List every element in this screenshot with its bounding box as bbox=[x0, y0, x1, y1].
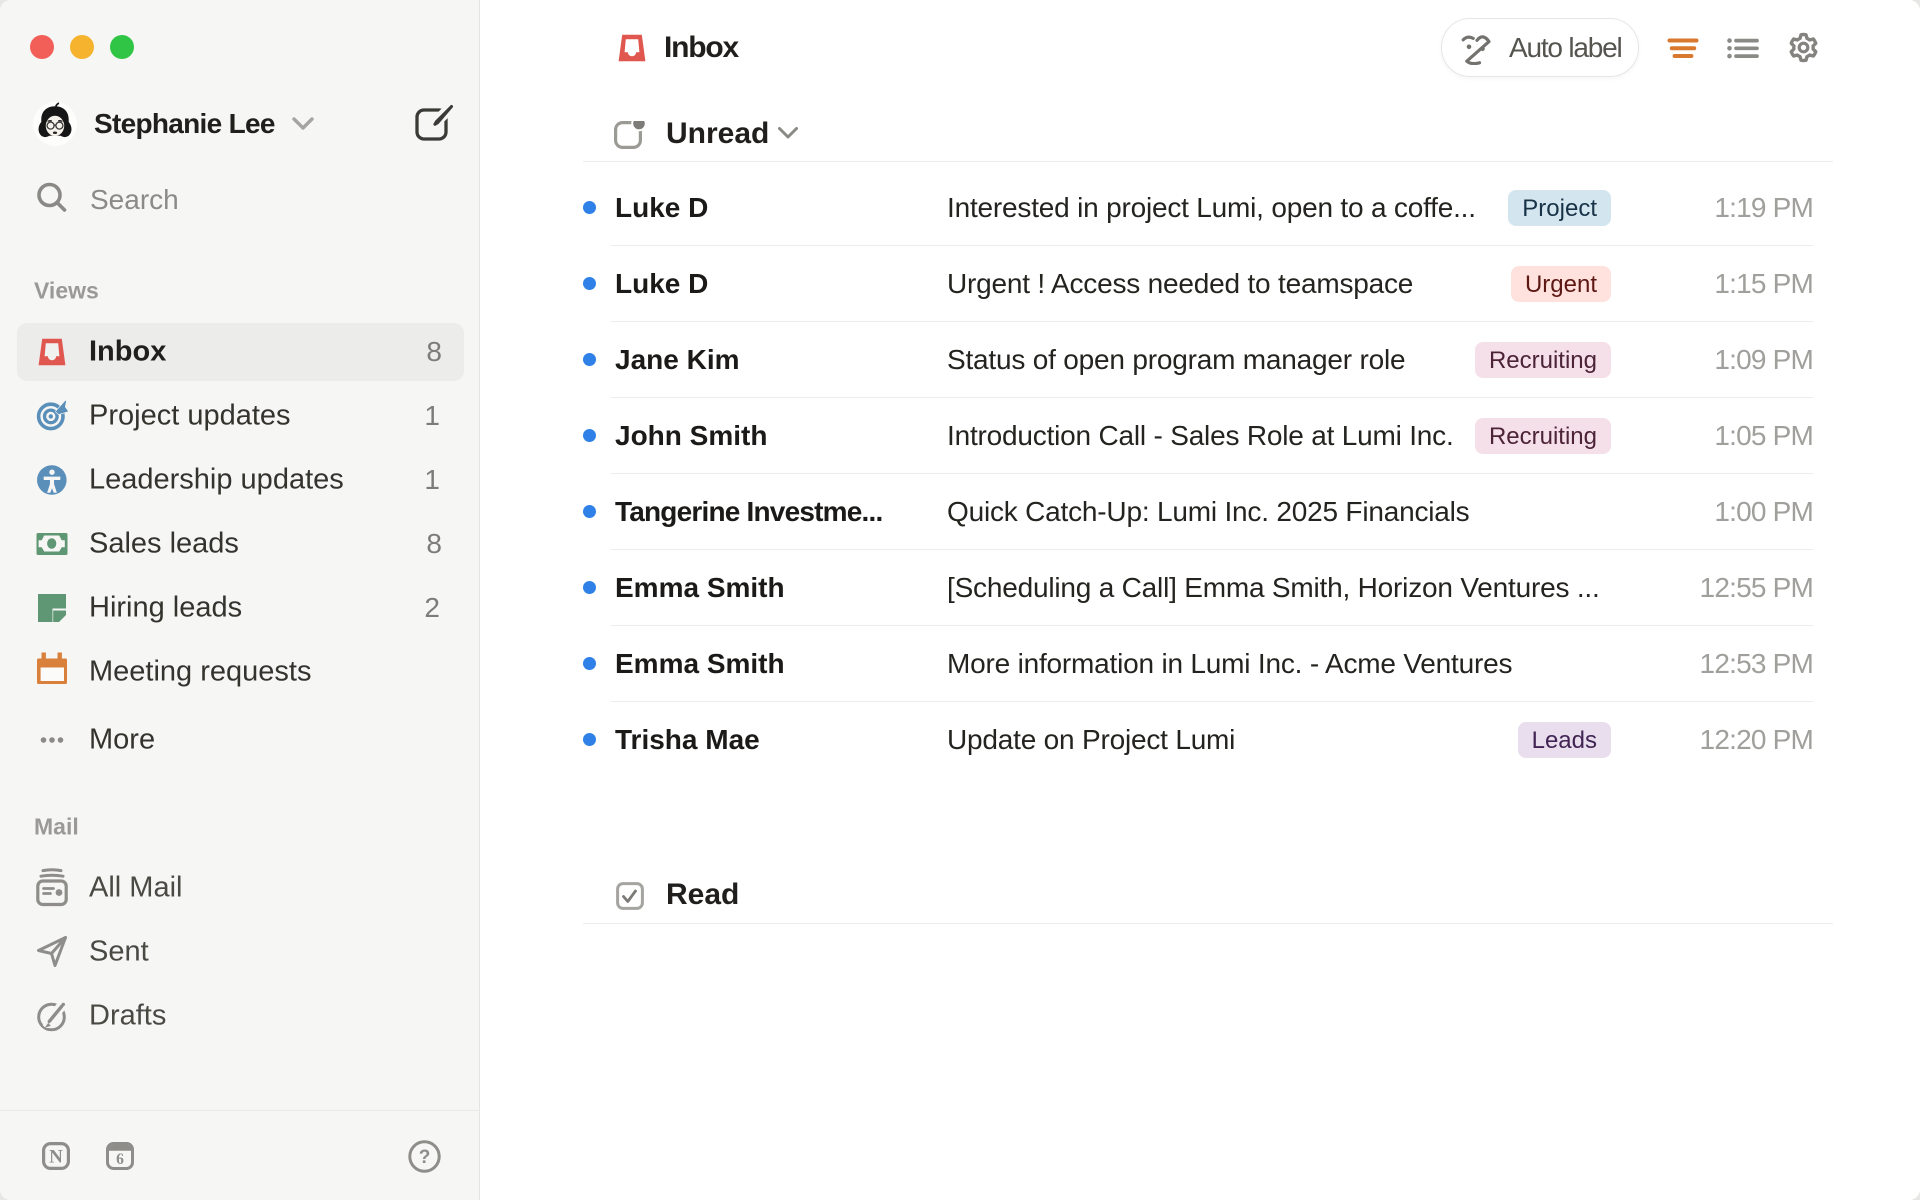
svg-text:?: ? bbox=[419, 1147, 431, 1168]
svg-text:6: 6 bbox=[116, 1151, 124, 1168]
svg-text:N: N bbox=[49, 1147, 63, 1168]
